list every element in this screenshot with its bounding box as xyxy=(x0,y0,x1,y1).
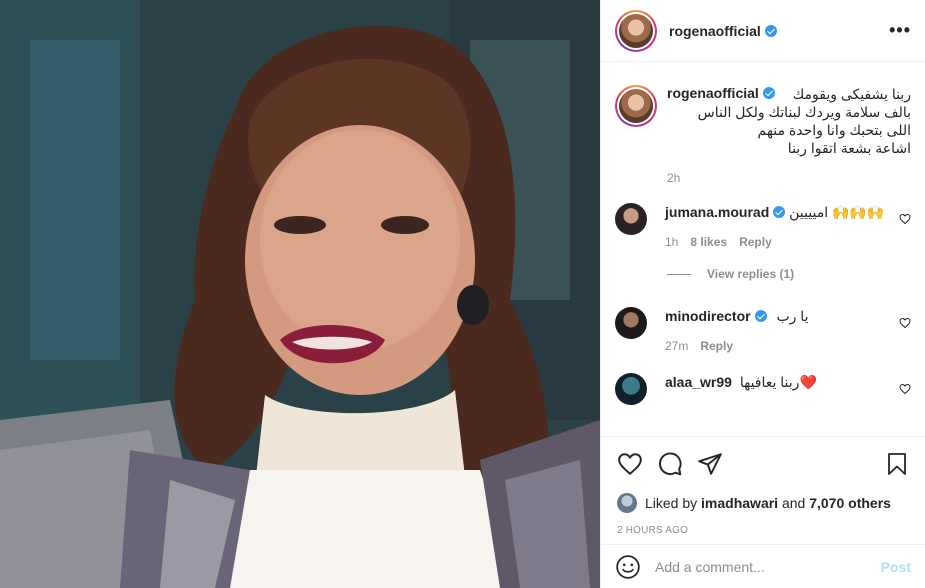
caption-line: اشاعة بشعة اتقوا ربنا xyxy=(787,140,911,156)
commenter-username[interactable]: jumana.mourad xyxy=(665,204,786,220)
caption-line: ربنا يشفيكى ويقومك xyxy=(792,86,911,102)
verified-badge-icon xyxy=(773,206,786,218)
post-image[interactable] xyxy=(0,0,600,588)
add-comment-bar: Post xyxy=(601,544,925,588)
verified-badge-icon xyxy=(754,310,767,322)
comment-text: اميييين 🙌🙌🙌 xyxy=(789,204,885,220)
likes-summary: Liked by imadhawari and 7,070 others xyxy=(617,493,909,513)
caption-username[interactable]: rogenaofficial xyxy=(667,85,775,103)
more-options-icon[interactable]: ••• xyxy=(889,20,911,41)
share-icon[interactable] xyxy=(697,451,723,477)
liker-username[interactable]: imadhawari xyxy=(701,495,778,511)
comment-time[interactable]: 1h xyxy=(665,235,678,249)
caption-line: اللى بتحبك وانا واحدة منهم xyxy=(757,122,912,138)
likes-conjunction: and xyxy=(781,495,806,511)
author-username[interactable]: rogenaofficial xyxy=(669,23,777,39)
commenter-username[interactable]: alaa_wr99 xyxy=(665,374,732,390)
comment-icon[interactable] xyxy=(657,451,683,477)
commenter-avatar[interactable] xyxy=(615,203,647,235)
bookmark-icon[interactable] xyxy=(885,451,909,477)
view-replies-button[interactable]: View replies (1) xyxy=(667,267,911,281)
caption-time[interactable]: 2h xyxy=(667,171,680,185)
comment-text: يا رب xyxy=(776,308,809,324)
comment-item: minodirector يا رب 27m Reply xyxy=(615,307,911,353)
reply-button[interactable]: Reply xyxy=(700,339,733,353)
comment-input[interactable] xyxy=(655,558,881,575)
commenter-avatar[interactable] xyxy=(615,373,647,405)
post-comment-button[interactable]: Post xyxy=(881,559,911,575)
reply-button[interactable]: Reply xyxy=(739,235,772,249)
replies-divider xyxy=(667,273,691,275)
comment-like-heart-icon[interactable] xyxy=(899,317,911,329)
comment-time[interactable]: 27m xyxy=(665,339,688,353)
comment-text: ربنا يعافيها❤️ xyxy=(739,374,817,390)
comment-like-heart-icon[interactable] xyxy=(899,213,911,225)
post-timestamp[interactable]: 2 HOURS AGO xyxy=(617,525,909,536)
likes-prefix: Liked by xyxy=(645,495,698,511)
post-actions: Liked by imadhawari and 7,070 others 2 H… xyxy=(601,436,925,536)
author-avatar[interactable] xyxy=(615,9,657,52)
caption: rogenaofficial ربنا يشفيكى ويقومك بالف س… xyxy=(615,85,911,185)
comment-item: jumana.mourad اميييين 🙌🙌🙌 1h 8 likes Rep… xyxy=(615,203,911,249)
verified-badge-icon xyxy=(764,24,777,37)
comment-like-heart-icon[interactable] xyxy=(899,383,911,395)
comment-likes[interactable]: 8 likes xyxy=(690,235,727,249)
comments-list[interactable]: rogenaofficial ربنا يشفيكى ويقومك بالف س… xyxy=(601,63,925,435)
view-replies-label: View replies (1) xyxy=(707,267,795,281)
liker-avatar[interactable] xyxy=(617,493,637,513)
comment-item: alaa_wr99 ربنا يعافيها❤️ xyxy=(615,373,911,405)
commenter-username[interactable]: minodirector xyxy=(665,308,767,324)
emoji-icon[interactable] xyxy=(615,554,641,580)
caption-avatar[interactable] xyxy=(615,85,657,127)
post-photo xyxy=(0,0,600,588)
caption-line: بالف سلامة ويردك لبناتك ولكل الناس xyxy=(697,104,911,120)
post-header: rogenaofficial ••• xyxy=(601,0,925,62)
commenter-avatar[interactable] xyxy=(615,307,647,339)
verified-badge-icon xyxy=(762,87,775,99)
heart-icon[interactable] xyxy=(617,451,643,477)
post-details-panel: rogenaofficial ••• rogenaofficial ربنا ي… xyxy=(600,0,925,588)
likes-others-link[interactable]: 7,070 others xyxy=(809,495,891,511)
